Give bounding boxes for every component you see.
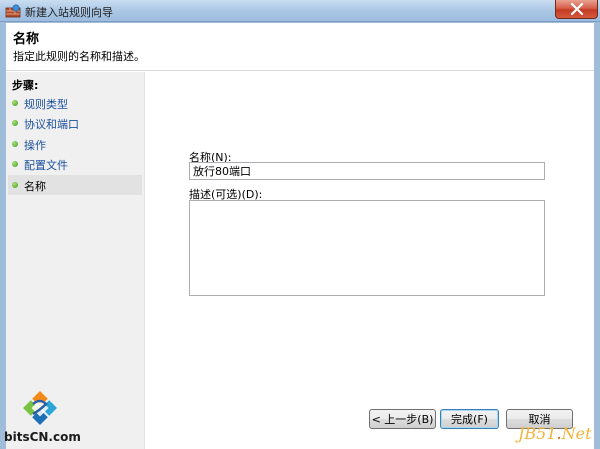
page-title: 名称 <box>13 32 40 47</box>
step-bullet-icon <box>12 182 18 188</box>
step-label: 协议和端口 <box>24 118 79 131</box>
jb51-watermark-prefix: JB51 <box>518 424 557 443</box>
step-name[interactable]: 名称 <box>8 175 142 195</box>
step-label: 规则类型 <box>24 98 68 111</box>
step-bullet-icon <box>12 141 18 147</box>
close-icon <box>570 3 584 15</box>
back-button[interactable]: < 上一步(B) <box>369 409 436 429</box>
wizard-header: 名称 指定此规则的名称和描述。 <box>6 23 594 71</box>
bitscn-watermark-text: bitsCN.com <box>4 430 81 444</box>
name-page-content: 名称(N): 描述(可选)(D): < 上一步(B) 完成(F) 取消 <box>144 72 594 449</box>
step-bullet-icon <box>12 100 18 106</box>
wizard-client-area: 名称 指定此规则的名称和描述。 步骤: 规则类型 协议和端口 操作 配置文件 名… <box>6 23 594 449</box>
step-rule-type[interactable]: 规则类型 <box>8 93 142 113</box>
step-bullet-icon <box>12 161 18 167</box>
jb51-watermark: JB51.Net <box>518 424 592 443</box>
step-bullet-icon <box>12 120 18 126</box>
step-action[interactable]: 操作 <box>8 134 142 154</box>
page-description: 指定此规则的名称和描述。 <box>13 50 145 63</box>
step-label: 配置文件 <box>24 159 68 172</box>
window-title: 新建入站规则向导 <box>25 6 113 19</box>
step-protocol-and-ports[interactable]: 协议和端口 <box>8 113 142 133</box>
wizard-body: 步骤: 规则类型 协议和端口 操作 配置文件 名称 名称(N): 放行80端口 … <box>6 72 594 449</box>
step-label: 操作 <box>24 139 46 152</box>
jb51-watermark-suffix: Net <box>561 424 592 443</box>
finish-button[interactable]: 完成(F) <box>440 409 499 429</box>
step-profile[interactable]: 配置文件 <box>8 154 142 174</box>
close-button[interactable] <box>555 0 598 19</box>
name-input[interactable] <box>189 162 545 180</box>
description-input[interactable] <box>189 200 545 296</box>
steps-title: 步骤: <box>12 79 39 92</box>
wizard-window: 新建入站规则向导 名称 指定此规则的名称和描述。 步骤: 规则类型 协议和端口 <box>0 0 600 449</box>
title-bar[interactable]: 新建入站规则向导 <box>0 0 600 22</box>
firewall-icon <box>5 4 21 18</box>
step-label: 名称 <box>24 180 46 193</box>
